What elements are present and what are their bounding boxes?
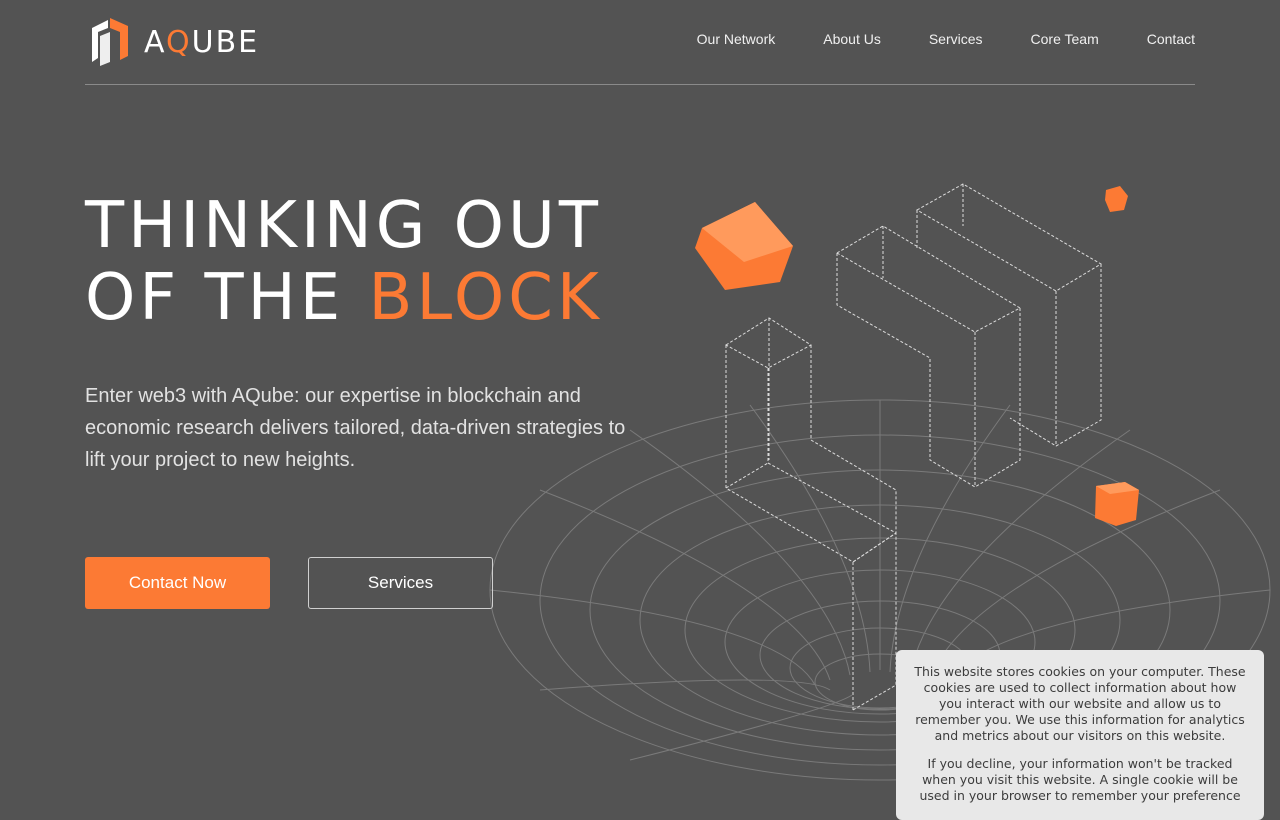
nav-link-our-network[interactable]: Our Network xyxy=(697,31,776,47)
cookie-text-1: This website stores cookies on your comp… xyxy=(914,664,1246,743)
hero-title: THINKING OUT OF THE BLOCK xyxy=(85,190,603,334)
nav-link-about-us[interactable]: About Us xyxy=(823,31,881,47)
aqube-logo-icon xyxy=(92,18,128,66)
nav-link-services[interactable]: Services xyxy=(929,31,983,47)
hero-title-accent: BLOCK xyxy=(368,261,603,335)
orange-cube-icon xyxy=(695,202,793,290)
hero-description: Enter web3 with AQube: our expertise in … xyxy=(85,385,626,471)
cookie-banner: This website stores cookies on your comp… xyxy=(896,650,1264,820)
nav-link-contact[interactable]: Contact xyxy=(1147,31,1195,47)
orange-cube-medium-icon xyxy=(1095,482,1139,526)
cookie-text-2: If you decline, your information won't b… xyxy=(919,756,1241,803)
site-header: AQUBE Our Network About Us Services Core… xyxy=(85,0,1195,85)
brand-name: AQUBE xyxy=(144,24,260,60)
main-nav: Our Network About Us Services Core Team … xyxy=(649,31,1195,47)
services-button[interactable]: Services xyxy=(308,557,493,609)
hero-title-line2: OF THE xyxy=(85,261,369,335)
nav-link-core-team[interactable]: Core Team xyxy=(1031,31,1099,47)
orange-cube-small-icon xyxy=(1105,186,1128,212)
hero-title-line1: THINKING OUT xyxy=(85,189,602,263)
brand-logo[interactable]: AQUBE xyxy=(88,18,259,66)
contact-now-button[interactable]: Contact Now xyxy=(85,557,270,609)
